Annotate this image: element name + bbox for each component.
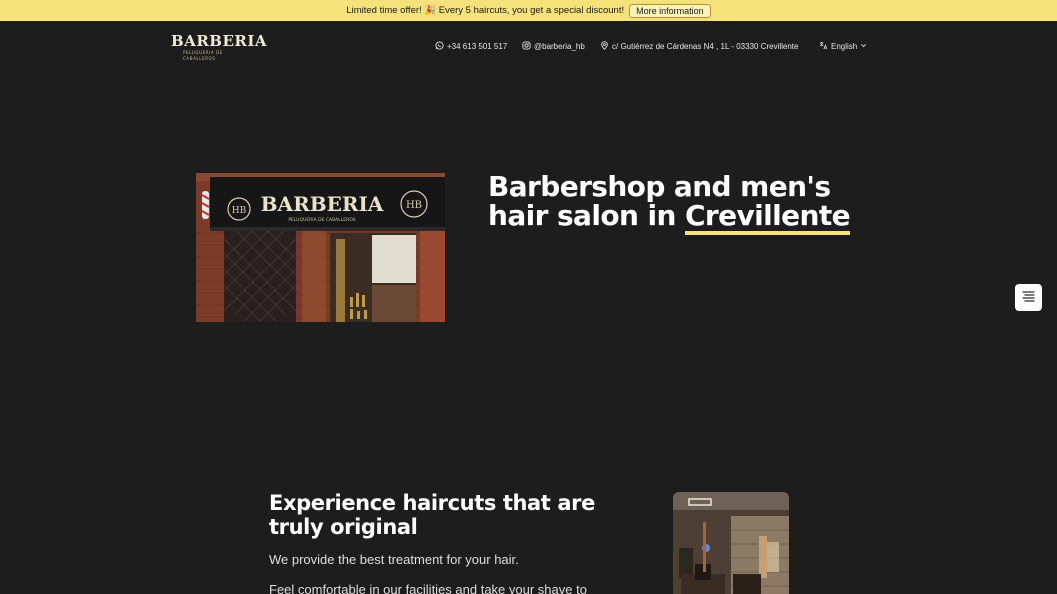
site-logo[interactable]: BARBERIA PELUQUERIA DE CABALLEROS [171,33,267,61]
table-of-contents-icon [1022,289,1035,307]
translate-icon [819,41,828,52]
address-text: c/ Gutiérrez de Cárdenas N4 , 1L - 03330… [612,41,799,51]
hero-title: Barbershop and men's hair salon in Crevi… [488,172,888,235]
table-of-contents-button[interactable] [1015,284,1042,311]
storefront-sign-subtext: PELUQUERIA DE CABALLEROS [288,217,355,223]
promo-text: Limited time offer! 🎉 Every 5 haircuts, … [346,5,625,16]
instagram-handle: @barberia_hb [534,41,585,51]
salon-interior-image [673,492,789,594]
instagram-icon [522,40,531,52]
logo-text: BARBERIA [171,32,268,50]
logo-subtext: PELUQUERIA DE CABALLEROS [183,50,223,61]
site-header: BARBERIA PELUQUERIA DE CABALLEROS +34 61… [0,21,1057,69]
phone-number: +34 613 501 517 [447,41,508,51]
language-selector[interactable]: English [819,40,867,52]
section-paragraph: Feel comfortable in our facilities and t… [269,582,587,594]
section-title: Experience haircuts that are truly origi… [269,491,595,539]
more-information-button[interactable]: More information [629,3,711,18]
promo-bar: Limited time offer! 🎉 Every 5 haircuts, … [0,0,1057,21]
section-paragraph: We provide the best treatment for your h… [269,552,519,567]
barbershop-storefront-image: HB HB BARBERIA PELUQUERIA DE CABALLEROS [196,173,445,322]
chevron-down-icon [860,42,867,51]
location-pin-icon [600,40,609,52]
hero-title-highlight: Crevillente [684,201,851,235]
storefront-badge-left: HB [232,206,247,216]
storefront-sign-text: BARBERIA [261,192,384,216]
storefront-badge-right: HB [406,200,422,211]
phone-link[interactable]: +34 613 501 517 [435,40,507,52]
language-label: English [831,41,858,51]
whatsapp-icon [435,40,444,52]
instagram-link[interactable]: @barberia_hb [522,40,585,52]
address-link[interactable]: c/ Gutiérrez de Cárdenas N4 , 1L - 03330… [600,40,798,52]
